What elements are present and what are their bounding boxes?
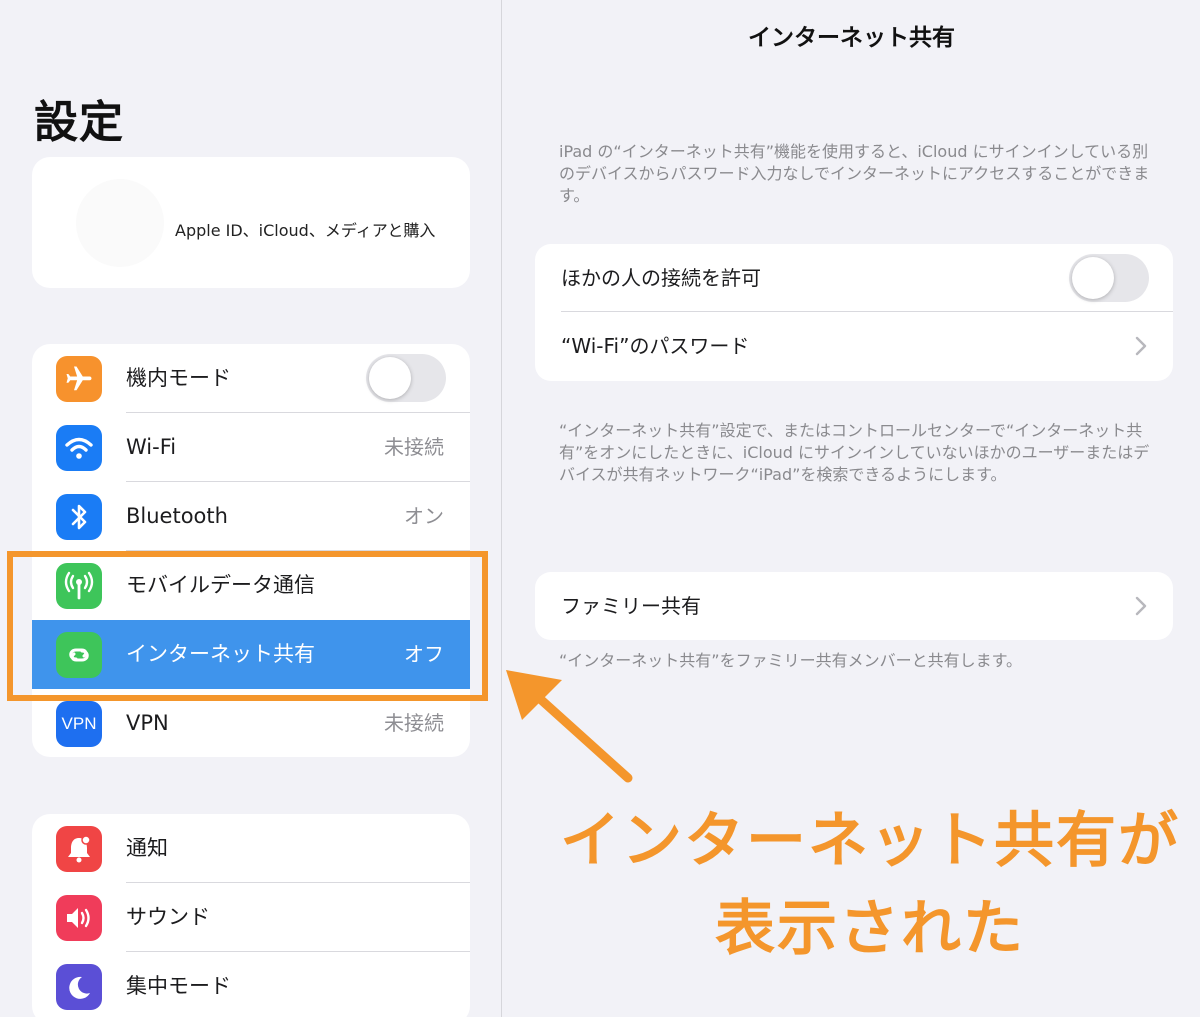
sidebar-item-personal-hotspot[interactable]: インターネット共有 オフ (32, 620, 470, 689)
hotspot-link-icon (56, 632, 102, 678)
sidebar-item-airplane-mode[interactable]: 機内モード (32, 344, 470, 413)
apple-id-card[interactable]: Apple ID、iCloud、メディアと購入 (32, 157, 470, 288)
speaker-icon (56, 895, 102, 941)
hotspot-discovery-note: “インターネット共有”設定で、またはコントロールセンターで“インターネット共有”… (559, 421, 1150, 484)
chevron-right-icon (1135, 596, 1147, 616)
sidebar-item-label: サウンド (126, 905, 210, 929)
airplane-mode-toggle[interactable] (366, 354, 446, 402)
sidebar-item-label: モバイルデータ通信 (126, 573, 315, 597)
bluetooth-status: オン (404, 504, 444, 528)
sidebar-item-bluetooth[interactable]: Bluetooth オン (32, 482, 470, 551)
sidebar-item-sounds[interactable]: サウンド (32, 883, 470, 952)
sidebar-item-focus[interactable]: 集中モード (32, 952, 470, 1017)
settings-sidebar: 設定 Apple ID、iCloud、メディアと購入 機内モード Wi-Fi 未… (0, 0, 502, 1017)
sidebar-title: 設定 (34, 97, 124, 148)
sidebar-item-cellular[interactable]: モバイルデータ通信 (32, 551, 470, 620)
hotspot-settings-card: ほかの人の接続を許可 “Wi-Fi”のパスワード (535, 244, 1173, 381)
antenna-icon (56, 563, 102, 609)
notifications-group: 通知 サウンド 集中モード (32, 814, 470, 1017)
hotspot-status: オフ (404, 642, 444, 666)
avatar (76, 179, 164, 267)
arrow-icon (506, 670, 633, 783)
hotspot-intro-text: iPad の“インターネット共有”機能を使用すると、iCloud にサインインし… (559, 142, 1150, 205)
family-sharing-note: “インターネット共有”をファミリー共有メンバーと共有します。 (559, 651, 1022, 670)
toggle-knob (1072, 257, 1114, 299)
vpn-status: 未接続 (384, 711, 444, 735)
chevron-right-icon (1135, 336, 1147, 356)
moon-icon (56, 964, 102, 1010)
sidebar-item-label: Wi-Fi (126, 435, 177, 459)
airplane-icon (56, 356, 102, 402)
bluetooth-icon (56, 494, 102, 540)
wifi-status: 未接続 (384, 435, 444, 459)
toggle-knob (369, 357, 411, 399)
wifi-password-label: “Wi-Fi”のパスワード (561, 334, 750, 358)
annotation-line-1: インターネット共有が (560, 806, 1180, 876)
sidebar-item-label: Bluetooth (126, 504, 228, 528)
apple-id-subtitle: Apple ID、iCloud、メディアと購入 (175, 221, 436, 240)
vpn-icon-text: VPN (61, 714, 97, 733)
allow-others-toggle[interactable] (1069, 254, 1149, 302)
wifi-password-row[interactable]: “Wi-Fi”のパスワード (535, 312, 1173, 380)
family-sharing-label: ファミリー共有 (561, 594, 701, 618)
page-title: インターネット共有 (748, 25, 955, 51)
connectivity-group: 機内モード Wi-Fi 未接続 Bluetooth オン モバイルデータ通信 イ… (32, 344, 470, 757)
wifi-icon (56, 425, 102, 471)
allow-others-label: ほかの人の接続を許可 (561, 266, 761, 290)
annotation-line-2: 表示された (715, 894, 1025, 964)
sidebar-item-notifications[interactable]: 通知 (32, 814, 470, 883)
sidebar-item-vpn[interactable]: VPN VPN 未接続 (32, 689, 470, 757)
sidebar-item-wifi[interactable]: Wi-Fi 未接続 (32, 413, 470, 482)
sidebar-item-label: 集中モード (126, 974, 231, 998)
sidebar-item-label: 機内モード (126, 366, 231, 390)
vpn-icon: VPN (56, 701, 102, 747)
bell-icon (56, 826, 102, 872)
sidebar-item-label: インターネット共有 (126, 642, 315, 666)
family-sharing-card: ファミリー共有 (535, 572, 1173, 640)
sidebar-item-label: VPN (126, 711, 169, 735)
sidebar-item-label: 通知 (126, 836, 168, 860)
allow-others-row: ほかの人の接続を許可 (535, 244, 1173, 312)
family-sharing-row[interactable]: ファミリー共有 (535, 572, 1173, 640)
